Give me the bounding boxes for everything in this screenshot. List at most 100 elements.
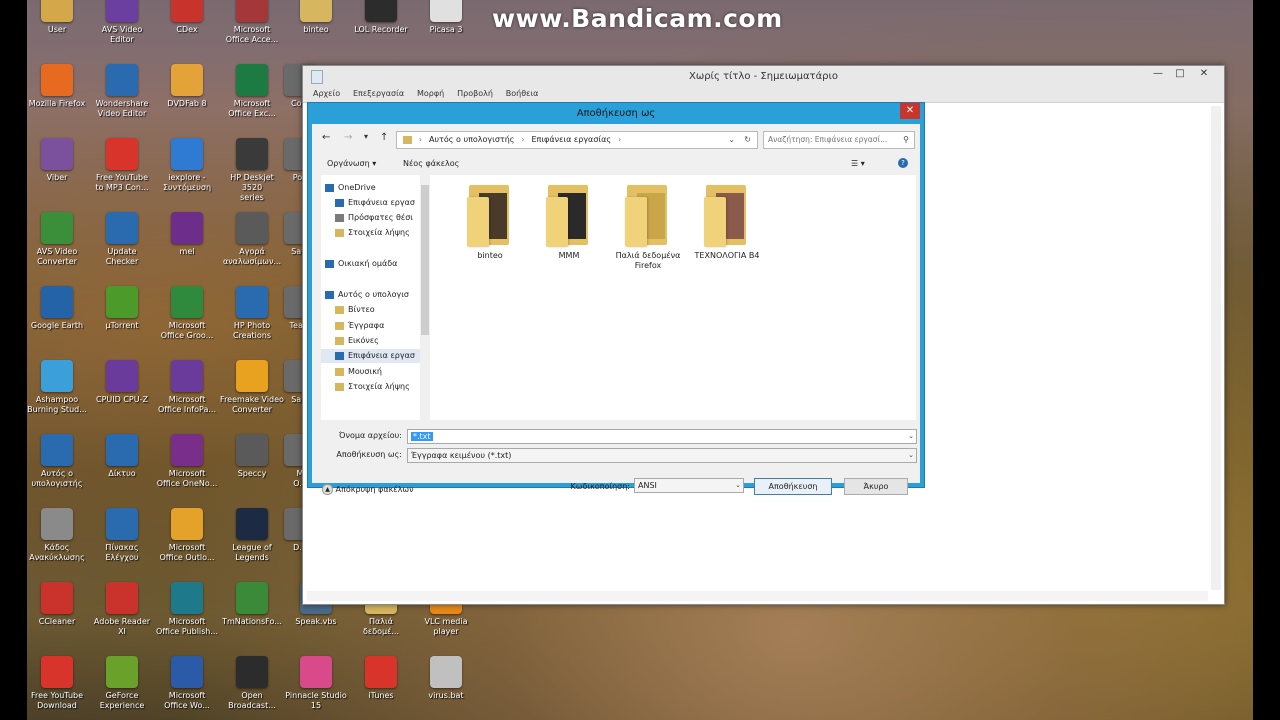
encoding-select[interactable]: ANSI ⌄: [634, 478, 744, 493]
nav-pane-item[interactable]: Επιφάνεια εργασ: [321, 196, 428, 210]
desktop-icon[interactable]: TmNationsFo...: [220, 582, 284, 627]
forward-arrow-icon[interactable]: →: [344, 132, 352, 143]
desktop-icon[interactable]: Microsoft Office Publish...: [155, 582, 219, 637]
menu-file[interactable]: Αρχείο: [313, 89, 340, 98]
desktop-icon[interactable]: GeForce Experience: [90, 656, 154, 711]
app-icon: [300, 656, 332, 688]
address-bar[interactable]: › Αυτός ο υπολογιστής › Επιφάνεια εργασί…: [396, 131, 758, 149]
desktop-icon-label: µTorrent: [105, 321, 139, 330]
desktop-icon[interactable]: AVS Video Converter: [25, 212, 89, 267]
nav-pane-item[interactable]: Αυτός ο υπολογισ: [321, 288, 428, 302]
desktop-icon[interactable]: CPUID CPU-Z: [90, 360, 154, 405]
menu-format[interactable]: Μορφή: [417, 89, 444, 98]
folder-item[interactable]: MMM: [529, 183, 609, 261]
app-icon: [106, 138, 138, 170]
chevron-down-icon[interactable]: ⌄: [908, 449, 914, 462]
desktop-icon[interactable]: mel: [155, 212, 219, 257]
desktop-icon[interactable]: Wondershare Video Editor: [90, 64, 154, 119]
navigation-pane-scrollbar[interactable]: [420, 175, 430, 420]
desktop-icon[interactable]: Microsoft Office Groo...: [155, 286, 219, 341]
desktop-icon[interactable]: LOL Recorder: [349, 0, 413, 35]
desktop-icon[interactable]: µTorrent: [90, 286, 154, 331]
nav-pane-item[interactable]: Εικόνες: [321, 334, 428, 348]
desktop-icon[interactable]: Microsoft Office Outlo...: [155, 508, 219, 563]
nav-pane-item[interactable]: OneDrive: [321, 181, 428, 195]
scrollbar-thumb[interactable]: [421, 185, 429, 335]
maximize-button[interactable]: □: [1169, 68, 1191, 79]
address-dropdown-icon[interactable]: ⌄: [728, 132, 735, 148]
desktop-icon[interactable]: Microsoft Office OneNo...: [155, 434, 219, 489]
desktop-icon[interactable]: AVS Video Editor: [90, 0, 154, 45]
desktop-icon[interactable]: Δίκτυο: [90, 434, 154, 479]
desktop-icon[interactable]: Free YouTube to MP3 Con...: [90, 138, 154, 193]
desktop-icon[interactable]: Free YouTube Download: [25, 656, 89, 711]
desktop-icon[interactable]: CDex: [155, 0, 219, 35]
new-folder-button[interactable]: Νέος φάκελος: [403, 159, 459, 168]
recent-locations-chevron-icon[interactable]: ▾: [364, 132, 368, 141]
desktop-icon[interactable]: binteo: [284, 0, 348, 35]
breadcrumb-this-pc[interactable]: Αυτός ο υπολογιστής: [429, 135, 515, 144]
desktop-icon[interactable]: CCleaner: [25, 582, 89, 627]
chevron-down-icon[interactable]: ⌄: [735, 479, 741, 492]
nav-pane-item[interactable]: Βίντεο: [321, 303, 428, 317]
notepad-titlebar[interactable]: Χωρίς τίτλο - Σημειωματάριο — □ ✕: [303, 66, 1224, 86]
breadcrumb-desktop[interactable]: Επιφάνεια εργασίας: [531, 135, 611, 144]
desktop-icon[interactable]: Picasa 3: [414, 0, 478, 35]
desktop-icon[interactable]: Πίνακας Ελέγχου: [90, 508, 154, 563]
menu-view[interactable]: Προβολή: [457, 89, 493, 98]
menu-edit[interactable]: Επεξεργασία: [353, 89, 404, 98]
organize-button[interactable]: Οργάνωση ▾: [327, 159, 376, 168]
desktop-icon[interactable]: Mozilla Firefox: [25, 64, 89, 109]
up-arrow-icon[interactable]: ↑: [380, 132, 388, 143]
nav-pane-item[interactable]: Μουσική: [321, 365, 428, 379]
notepad-horizontal-scrollbar[interactable]: [307, 591, 1208, 601]
desktop-icon[interactable]: Update Checker: [90, 212, 154, 267]
nav-pane-item-label: Επιφάνεια εργασ: [348, 351, 415, 360]
dialog-toolbar: Οργάνωση ▾ Νέος φάκελος ☰ ▾ ?: [312, 154, 920, 174]
menu-help[interactable]: Βοήθεια: [506, 89, 539, 98]
nav-pane-item[interactable]: Έγγραφα: [321, 319, 428, 333]
dialog-titlebar[interactable]: Αποθήκευση ως ✕: [308, 103, 924, 124]
app-icon: [171, 656, 203, 688]
desktop-icon[interactable]: virus.bat: [414, 656, 478, 701]
search-box[interactable]: Αναζήτηση: Επιφάνεια εργασί... ⚲: [763, 131, 915, 149]
minimize-button[interactable]: —: [1147, 68, 1169, 79]
desktop-icon[interactable]: Microsoft Office Acce...: [220, 0, 284, 45]
desktop-icon[interactable]: Google Earth: [25, 286, 89, 331]
desktop-icon[interactable]: Κάδος Ανακύκλωσης: [25, 508, 89, 563]
notepad-close-button[interactable]: ✕: [1193, 68, 1215, 79]
cancel-button[interactable]: Άκυρο: [844, 478, 908, 495]
app-icon: [171, 360, 203, 392]
desktop-icon[interactable]: User: [25, 0, 89, 35]
folder-item[interactable]: binteo: [450, 183, 530, 261]
save-type-select[interactable]: Έγγραφα κειμένου (*.txt) ⌄: [407, 448, 917, 463]
nav-pane-item[interactable]: Επιφάνεια εργασ: [321, 349, 428, 363]
desktop-icon[interactable]: iexplore - Συντόμευση: [155, 138, 219, 193]
hide-folders-toggle[interactable]: ▲ Απόκρυψη φακέλων: [322, 484, 414, 495]
nav-pane-item[interactable]: Οικιακή ομάδα: [321, 257, 428, 271]
refresh-icon[interactable]: ↻: [744, 132, 751, 148]
desktop-icon[interactable]: Microsoft Office Wo...: [155, 656, 219, 711]
desktop-icon[interactable]: Αυτός ο υπολογιστής: [25, 434, 89, 489]
desktop-icon[interactable]: Pinnacle Studio 15: [284, 656, 348, 711]
view-options-icon[interactable]: ☰ ▾: [851, 159, 865, 168]
chevron-down-icon[interactable]: ⌄: [908, 430, 914, 443]
nav-pane-item[interactable]: Στοιχεία λήψης: [321, 380, 428, 394]
desktop-icon[interactable]: DVDFab 8: [155, 64, 219, 109]
desktop-icon[interactable]: Microsoft Office InfoPa...: [155, 360, 219, 415]
desktop-icon[interactable]: Open Broadcast...: [220, 656, 284, 711]
save-button[interactable]: Αποθήκευση: [754, 478, 832, 495]
folder-item[interactable]: Παλιά δεδομένα Firefox: [608, 183, 688, 271]
notepad-vertical-scrollbar[interactable]: [1211, 106, 1221, 590]
desktop-icon[interactable]: Viber: [25, 138, 89, 183]
desktop-icon[interactable]: iTunes: [349, 656, 413, 701]
help-icon[interactable]: ?: [898, 158, 908, 168]
desktop-icon[interactable]: Adobe Reader XI: [90, 582, 154, 637]
back-arrow-icon[interactable]: ←: [322, 132, 330, 143]
filename-input[interactable]: *.txt ⌄: [407, 429, 917, 444]
nav-pane-item[interactable]: Στοιχεία λήψης: [321, 226, 428, 240]
dialog-close-button[interactable]: ✕: [900, 103, 920, 119]
nav-pane-item[interactable]: Πρόσφατες θέσι: [321, 211, 428, 225]
desktop-icon[interactable]: Ashampoo Burning Stud...: [25, 360, 89, 415]
folder-item[interactable]: ΤΕΧΝΟΛΟΓΙΑ Β4: [687, 183, 767, 261]
